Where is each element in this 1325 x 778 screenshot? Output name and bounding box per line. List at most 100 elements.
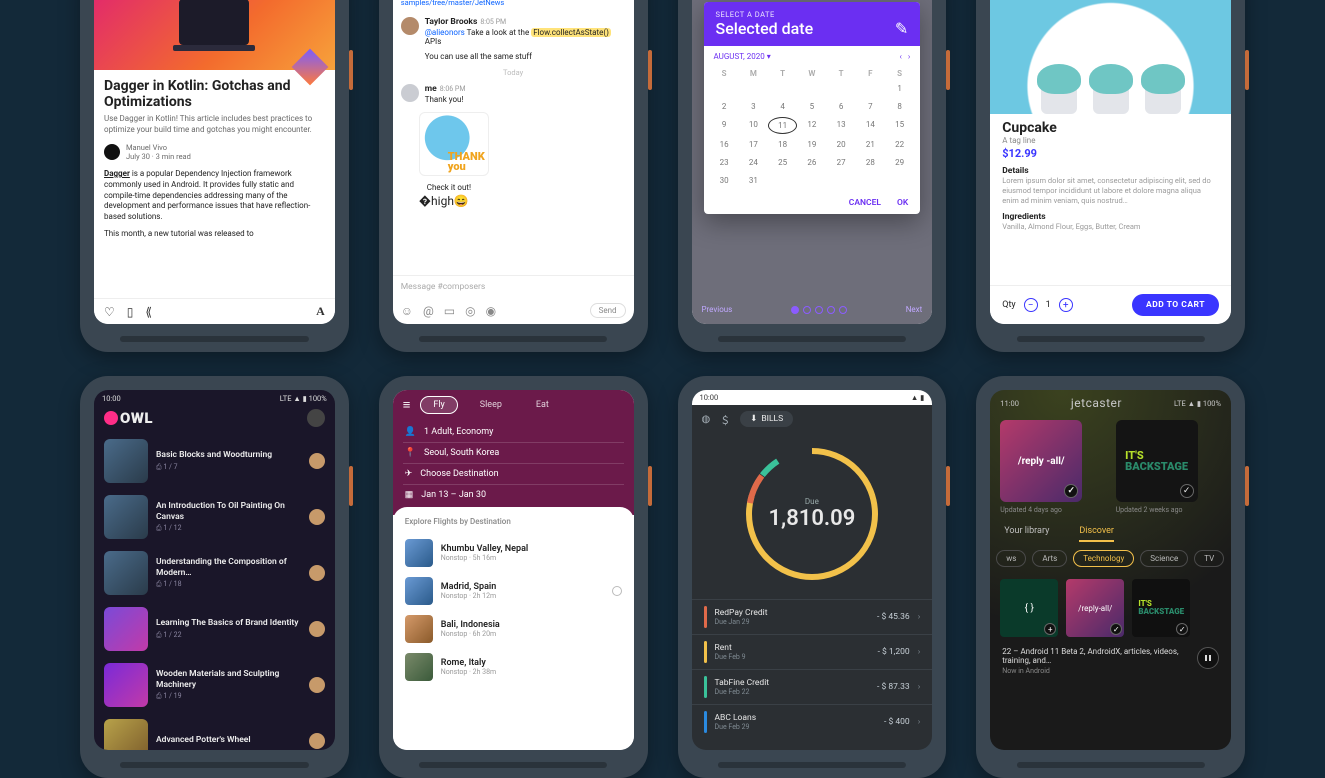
calendar-day[interactable]: 30 bbox=[710, 173, 739, 188]
calendar-day[interactable]: 4 bbox=[768, 99, 797, 114]
passengers-field[interactable]: 👤1 Adult, Economy bbox=[403, 422, 624, 443]
avatar[interactable] bbox=[401, 17, 419, 35]
calendar-day[interactable]: 22 bbox=[885, 137, 914, 152]
tab-library[interactable]: Your library bbox=[1004, 526, 1049, 542]
podcast-card[interactable]: /reply -all/✓ bbox=[1000, 420, 1082, 502]
calendar-day[interactable]: 26 bbox=[797, 155, 826, 170]
calendar-day[interactable]: 15 bbox=[885, 117, 914, 134]
category-chip[interactable]: ws bbox=[996, 550, 1026, 567]
destination-item[interactable]: Rome, ItalyNonstop · 2h 38m bbox=[405, 648, 622, 686]
calendar-day[interactable]: 21 bbox=[856, 137, 885, 152]
category-chip[interactable]: Science bbox=[1140, 550, 1188, 567]
prev-month-icon[interactable]: ‹ bbox=[899, 52, 901, 61]
text-settings-icon[interactable]: A bbox=[316, 304, 325, 319]
cancel-button[interactable]: CANCEL bbox=[849, 198, 881, 208]
episode-title[interactable]: 22 – Android 11 Beta 2, AndroidX, articl… bbox=[1002, 647, 1191, 665]
origin-field[interactable]: 📍Seoul, South Korea bbox=[403, 443, 624, 464]
calendar-day[interactable]: 16 bbox=[710, 137, 739, 152]
calendar-day[interactable]: 12 bbox=[797, 117, 826, 134]
send-button[interactable]: Send bbox=[590, 303, 626, 318]
course-item[interactable]: Learning The Basics of Brand Identity⎙ 1… bbox=[94, 601, 335, 657]
qty-plus-button[interactable]: + bbox=[1059, 298, 1073, 312]
calendar-day[interactable]: 20 bbox=[827, 137, 856, 152]
category-chip[interactable]: Arts bbox=[1032, 550, 1067, 567]
message-input[interactable]: Message #composers bbox=[393, 275, 634, 298]
favorite-icon[interactable]: ♡ bbox=[104, 305, 115, 319]
calendar-day[interactable]: 2 bbox=[710, 99, 739, 114]
calendar-day[interactable]: 8 bbox=[885, 99, 914, 114]
qty-minus-button[interactable]: − bbox=[1024, 298, 1038, 312]
calendar-grid[interactable]: SMTWTFS123456789101112131415161718192021… bbox=[704, 67, 921, 192]
previous-button[interactable]: Previous bbox=[702, 305, 733, 314]
tab-eat[interactable]: Eat bbox=[524, 397, 561, 413]
course-item[interactable]: Wooden Materials and Sculpting Machinery… bbox=[94, 657, 335, 713]
category-chip[interactable]: Technology bbox=[1073, 550, 1134, 567]
destination-item[interactable]: Madrid, SpainNonstop · 2h 12m bbox=[405, 572, 622, 610]
radio-icon[interactable] bbox=[612, 586, 622, 596]
phone-rally: 10:00▲ ▮ ◍ ＄ ⬇ BILLS Due1,810.09 RedPay … bbox=[678, 376, 947, 778]
destination-field[interactable]: ✈Choose Destination bbox=[403, 464, 624, 485]
course-item[interactable]: Basic Blocks and Woodturning⎙ 1 / 7 bbox=[94, 433, 335, 489]
calendar-day[interactable]: 17 bbox=[739, 137, 768, 152]
play-button[interactable] bbox=[1197, 647, 1219, 669]
bill-row[interactable]: TabFine CreditDue Feb 22- $ 87.33› bbox=[692, 669, 933, 704]
calendar-day[interactable]: 9 bbox=[710, 117, 739, 134]
next-button[interactable]: Next bbox=[906, 305, 923, 314]
bill-row[interactable]: RentDue Feb 9- $ 1,200› bbox=[692, 634, 933, 669]
calendar-day[interactable]: 14 bbox=[856, 117, 885, 134]
calendar-day[interactable]: 11 bbox=[768, 117, 797, 134]
bill-row[interactable]: ABC LoansDue Feb 29- $ 400› bbox=[692, 704, 933, 739]
podcast-tile[interactable]: { }+ bbox=[1000, 579, 1058, 637]
calendar-day[interactable]: 19 bbox=[797, 137, 826, 152]
calendar-day[interactable]: 31 bbox=[739, 173, 768, 188]
edit-icon[interactable]: ✎ bbox=[895, 19, 908, 38]
ok-button[interactable]: OK bbox=[897, 198, 908, 208]
tab-fly[interactable]: Fly bbox=[420, 396, 457, 414]
calendar-day[interactable]: 1 bbox=[885, 81, 914, 96]
course-item[interactable]: An Introduction To Oil Painting On Canva… bbox=[94, 489, 335, 545]
destination-item[interactable]: Bali, IndonesiaNonstop · 6h 20m bbox=[405, 610, 622, 648]
mention-icon[interactable]: @ bbox=[423, 304, 434, 318]
dates-field[interactable]: ▦Jan 13 – Jan 30 bbox=[403, 485, 624, 505]
sticker[interactable] bbox=[419, 112, 489, 176]
month-label[interactable]: AUGUST, 2020 ▾ bbox=[714, 52, 771, 61]
calendar-day[interactable]: 24 bbox=[739, 155, 768, 170]
profile-icon[interactable] bbox=[307, 409, 325, 427]
bill-row[interactable]: RedPay CreditDue Jan 29- $ 45.36› bbox=[692, 599, 933, 634]
calendar-day[interactable]: 28 bbox=[856, 155, 885, 170]
tab-sleep[interactable]: Sleep bbox=[468, 397, 514, 413]
calendar-day[interactable]: 23 bbox=[710, 155, 739, 170]
avatar[interactable] bbox=[401, 84, 419, 102]
podcast-tile[interactable]: /reply-all/✓ bbox=[1066, 579, 1124, 637]
calendar-day[interactable]: 5 bbox=[797, 99, 826, 114]
calendar-day[interactable]: 27 bbox=[827, 155, 856, 170]
image-icon[interactable]: ▭ bbox=[444, 304, 455, 318]
tab-discover[interactable]: Discover bbox=[1079, 526, 1114, 542]
menu-icon[interactable]: ≡ bbox=[403, 397, 411, 413]
course-item[interactable]: Understanding the Composition of Modern…… bbox=[94, 545, 335, 601]
link[interactable]: https://github.com/android/compose-sampl… bbox=[401, 0, 528, 7]
course-item[interactable]: Advanced Potter's Wheel bbox=[94, 713, 335, 750]
accounts-icon[interactable]: ＄ bbox=[720, 412, 730, 427]
podcast-tile[interactable]: IT'SBACKSTAGE✓ bbox=[1132, 579, 1190, 637]
emoji-icon[interactable]: ☺ bbox=[401, 304, 413, 318]
calendar-day[interactable]: 25 bbox=[768, 155, 797, 170]
calendar-day[interactable]: 29 bbox=[885, 155, 914, 170]
record-icon[interactable]: ◉ bbox=[486, 304, 496, 318]
calendar-day[interactable]: 7 bbox=[856, 99, 885, 114]
calendar-day[interactable]: 18 bbox=[768, 137, 797, 152]
location-icon[interactable]: ◎ bbox=[465, 304, 475, 318]
next-month-icon[interactable]: › bbox=[908, 52, 910, 61]
share-icon[interactable]: ⟪ bbox=[145, 305, 152, 319]
calendar-day[interactable]: 13 bbox=[827, 117, 856, 134]
tab-bills[interactable]: ⬇ BILLS bbox=[740, 411, 793, 427]
podcast-card[interactable]: IT'SBACKSTAGE✓ bbox=[1116, 420, 1198, 502]
calendar-day[interactable]: 3 bbox=[739, 99, 768, 114]
category-chip[interactable]: TV bbox=[1194, 550, 1224, 567]
calendar-day[interactable]: 10 bbox=[739, 117, 768, 134]
destination-item[interactable]: Khumbu Valley, NepalNonstop · 5h 16m bbox=[405, 534, 622, 572]
bookmark-icon[interactable]: ▯ bbox=[127, 305, 134, 319]
calendar-day[interactable]: 6 bbox=[827, 99, 856, 114]
overview-icon[interactable]: ◍ bbox=[702, 414, 711, 425]
add-to-cart-button[interactable]: ADD TO CART bbox=[1132, 294, 1219, 316]
